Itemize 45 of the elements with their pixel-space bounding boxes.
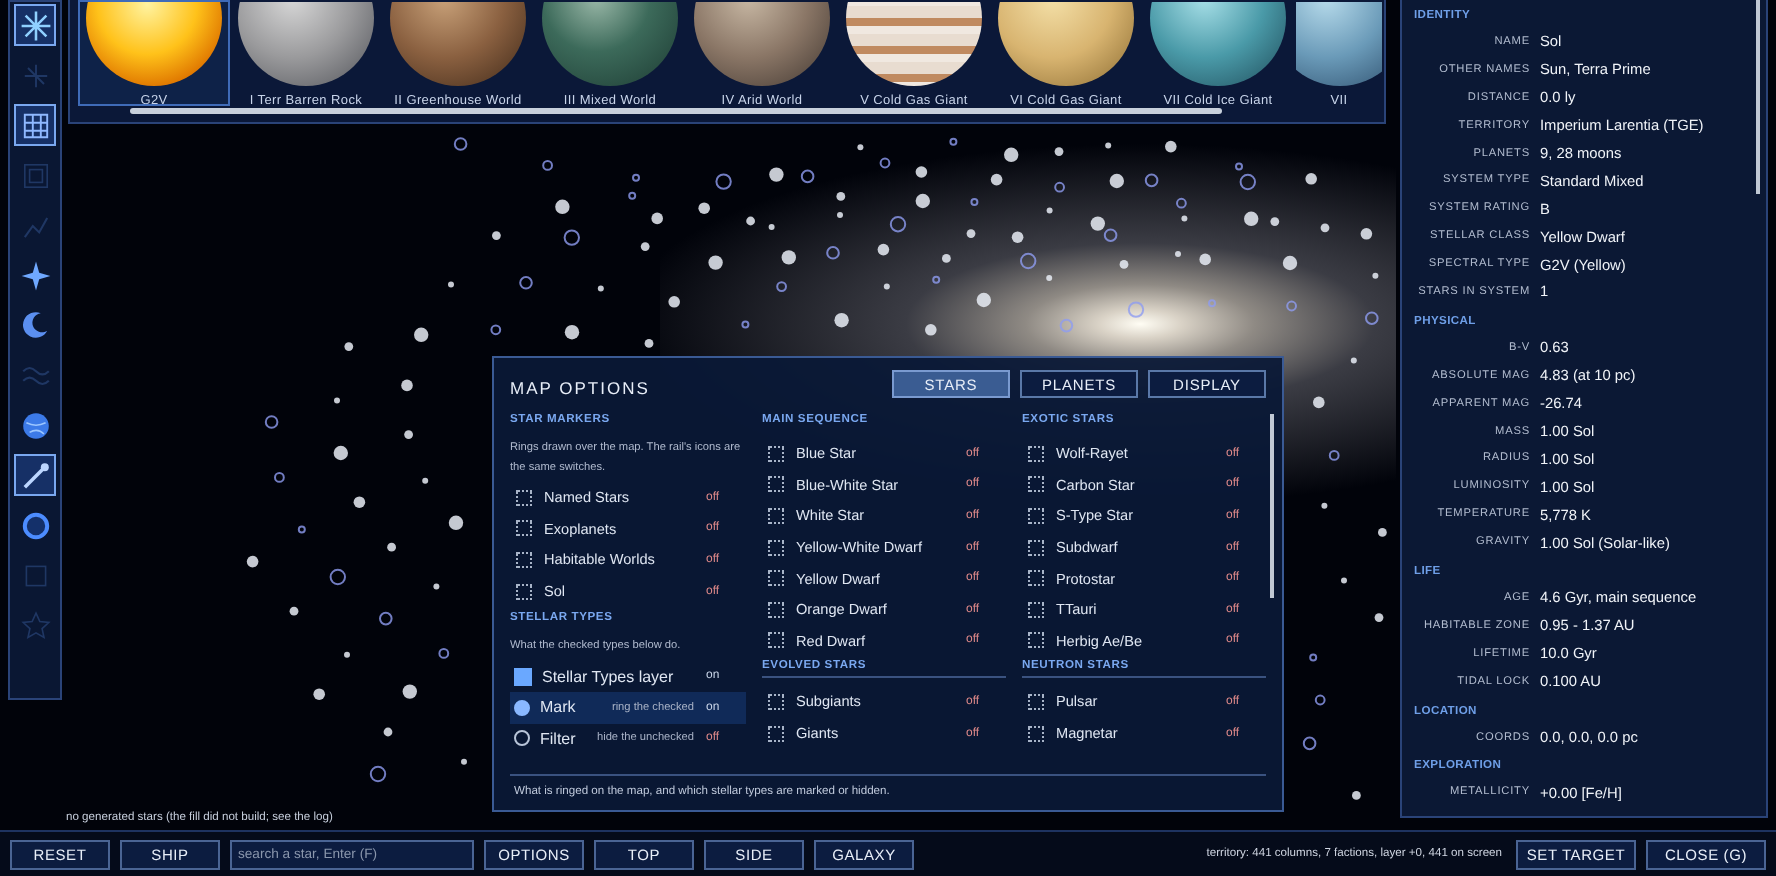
scrollbar[interactable] xyxy=(130,108,1222,114)
network-icon xyxy=(19,59,51,91)
layer-toggle[interactable] xyxy=(514,667,532,686)
checkbox[interactable] xyxy=(1028,507,1044,524)
checkbox[interactable] xyxy=(768,601,784,618)
checkbox[interactable] xyxy=(768,632,784,649)
rail-tool-button[interactable] xyxy=(14,454,56,496)
checkbox[interactable] xyxy=(516,583,532,600)
radio-button[interactable] xyxy=(514,699,530,716)
crescent-icon xyxy=(19,309,51,341)
wand-icon xyxy=(19,459,51,491)
checkbox[interactable] xyxy=(516,551,532,568)
checkbox[interactable] xyxy=(1028,693,1044,710)
sparkle-icon xyxy=(19,259,51,291)
checkbox[interactable] xyxy=(1028,539,1044,556)
checkbox[interactable] xyxy=(768,445,784,462)
ring-icon xyxy=(19,509,51,541)
checkbox[interactable] xyxy=(768,725,784,742)
checkbox[interactable] xyxy=(1028,632,1044,649)
checkbox[interactable] xyxy=(1028,476,1044,493)
panel-title: MAP OPTIONS xyxy=(510,375,650,397)
grid-icon xyxy=(19,109,51,141)
scrollbar[interactable] xyxy=(1270,414,1274,598)
checkbox[interactable] xyxy=(516,489,532,506)
checkbox[interactable] xyxy=(768,507,784,524)
rail-tool-button[interactable] xyxy=(14,4,56,46)
checkbox[interactable] xyxy=(1028,445,1044,462)
checkbox[interactable] xyxy=(1028,601,1044,618)
checkbox[interactable] xyxy=(768,539,784,556)
radio-button[interactable] xyxy=(514,730,530,747)
checkbox[interactable] xyxy=(768,570,784,587)
checkbox[interactable] xyxy=(516,520,532,537)
star-icon xyxy=(19,9,51,41)
checkbox[interactable] xyxy=(1028,570,1044,587)
option-label: Stellar Types layer xyxy=(542,667,676,686)
checkbox[interactable] xyxy=(768,476,784,493)
frame-icon xyxy=(19,159,51,191)
option-label: Filter xyxy=(540,729,578,748)
option-label: Mark xyxy=(540,698,578,717)
checkbox[interactable] xyxy=(768,693,784,710)
checkbox[interactable] xyxy=(1028,725,1044,742)
rail-tool-button[interactable] xyxy=(14,104,56,146)
globe-icon xyxy=(19,409,51,441)
star-outline-icon xyxy=(19,609,51,641)
scrollbar[interactable] xyxy=(1756,0,1760,194)
